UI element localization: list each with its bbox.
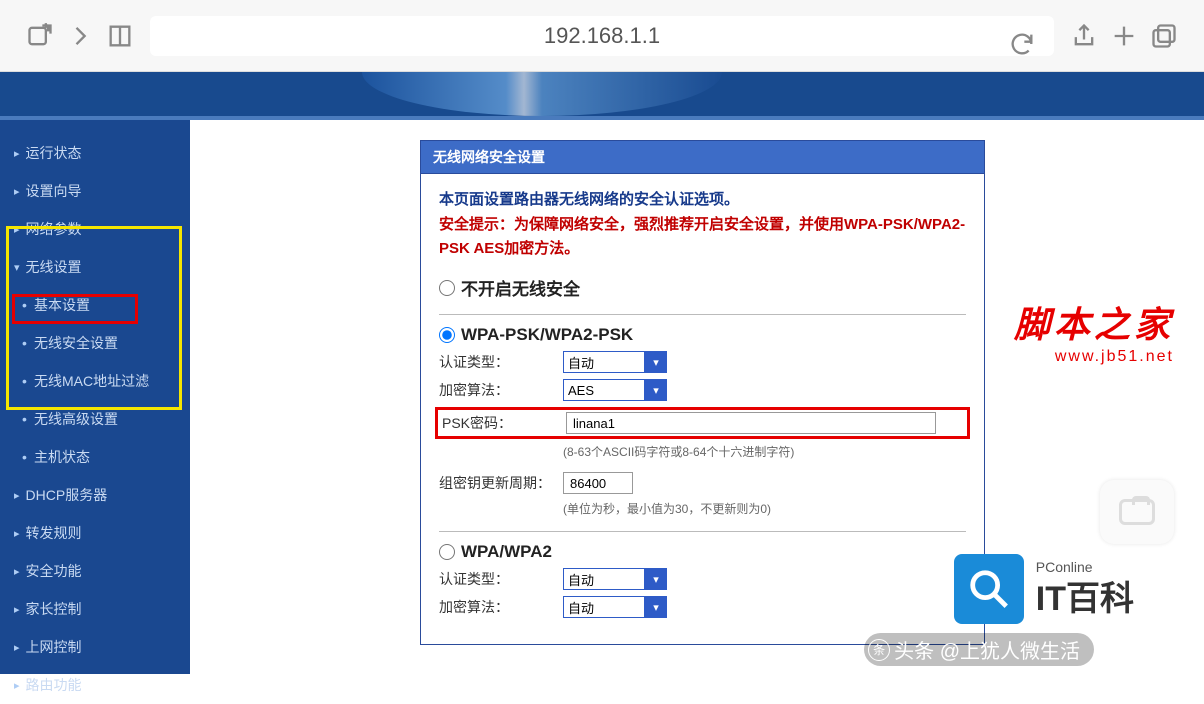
warning-text: 安全提示：为保障网络安全，强烈推荐开启安全设置，并使用WPA-PSK/WPA2-… bbox=[439, 213, 966, 261]
radio-wpa-label: WPA/WPA2 bbox=[461, 542, 552, 562]
enc-label: 加密算法： bbox=[439, 380, 563, 400]
watermark-toutiao: 条 头条 @上犹人微生活 bbox=[864, 633, 1094, 666]
sidebar-item-host-status[interactable]: 主机状态 bbox=[0, 438, 190, 476]
sidebar-item-wireless[interactable]: 无线设置 bbox=[0, 248, 190, 286]
radio-wpapsk[interactable] bbox=[439, 327, 455, 343]
auth2-label: 认证类型： bbox=[439, 569, 563, 589]
auth-select[interactable] bbox=[563, 351, 645, 373]
sidebar-item-basic[interactable]: 基本设置 bbox=[0, 286, 190, 324]
new-tab-plus-icon[interactable] bbox=[1104, 16, 1144, 56]
auth2-select[interactable] bbox=[563, 568, 645, 590]
radio-wpapsk-label: WPA-PSK/WPA2-PSK bbox=[461, 325, 633, 345]
dropdown-icon[interactable] bbox=[645, 351, 667, 373]
psk-input[interactable] bbox=[566, 412, 936, 434]
refresh-icon[interactable] bbox=[1002, 24, 1042, 64]
sidebar-item-forward[interactable]: 转发规则 bbox=[0, 514, 190, 552]
intro-text: 本页面设置路由器无线网络的安全认证选项。 bbox=[439, 188, 966, 209]
gkey-hint: (单位为秒，最小值为30，不更新则为0) bbox=[563, 500, 966, 517]
toutiao-icon: 条 bbox=[868, 639, 890, 661]
dropdown-icon[interactable] bbox=[645, 379, 667, 401]
panel-title: 无线网络安全设置 bbox=[420, 140, 985, 174]
header-banner bbox=[0, 72, 1204, 120]
address-text: 192.168.1.1 bbox=[544, 23, 660, 49]
forward-icon[interactable] bbox=[60, 16, 100, 56]
radio-wpa[interactable] bbox=[439, 544, 455, 560]
gkey-label: 组密钥更新周期： bbox=[439, 473, 563, 493]
camera-button[interactable] bbox=[1100, 480, 1174, 544]
sidebar-item-dhcp[interactable]: DHCP服务器 bbox=[0, 476, 190, 514]
psk-hint: (8-63个ASCII码字符或8-64个十六进制字符) bbox=[563, 443, 966, 460]
sidebar-item-security[interactable]: 无线安全设置 bbox=[0, 324, 190, 362]
watermark-pconline: PConlineIT百科 bbox=[954, 554, 1134, 624]
bookmarks-icon[interactable] bbox=[100, 16, 140, 56]
sidebar-item-parental[interactable]: 家长控制 bbox=[0, 590, 190, 628]
sidebar: 运行状态 设置向导 网络参数 无线设置 基本设置 无线安全设置 无线MAC地址过… bbox=[0, 120, 190, 674]
highlight-red-psk: PSK密码： bbox=[435, 407, 970, 439]
sidebar-item-advanced[interactable]: 无线高级设置 bbox=[0, 400, 190, 438]
radio-disable-label: 不开启无线安全 bbox=[461, 275, 580, 300]
sidebar-item-routing[interactable]: 路由功能 bbox=[0, 666, 190, 704]
enc-select[interactable] bbox=[563, 379, 645, 401]
sidebar-item-wizard[interactable]: 设置向导 bbox=[0, 172, 190, 210]
sidebar-item-access[interactable]: 上网控制 bbox=[0, 628, 190, 666]
sidebar-item-security-func[interactable]: 安全功能 bbox=[0, 552, 190, 590]
enc2-label: 加密算法： bbox=[439, 597, 563, 617]
tabs-icon[interactable] bbox=[1144, 16, 1184, 56]
panel-body: 本页面设置路由器无线网络的安全认证选项。 安全提示：为保障网络安全，强烈推荐开启… bbox=[420, 174, 985, 645]
sidebar-item-network[interactable]: 网络参数 bbox=[0, 210, 190, 248]
watermark-jb51: 脚本之家 www.jb51.net bbox=[1014, 296, 1174, 366]
auth-label: 认证类型： bbox=[439, 352, 563, 372]
dropdown-icon[interactable] bbox=[645, 568, 667, 590]
dropdown-icon[interactable] bbox=[645, 596, 667, 618]
psk-label: PSK密码： bbox=[442, 413, 566, 433]
gkey-input[interactable] bbox=[563, 472, 633, 494]
search-icon bbox=[954, 554, 1024, 624]
sidebar-item-mac-filter[interactable]: 无线MAC地址过滤 bbox=[0, 362, 190, 400]
sidebar-item-status[interactable]: 运行状态 bbox=[0, 134, 190, 172]
browser-toolbar: 192.168.1.1 bbox=[0, 0, 1204, 72]
main-content: 无线网络安全设置 本页面设置路由器无线网络的安全认证选项。 安全提示：为保障网络… bbox=[190, 120, 1204, 674]
address-bar[interactable]: 192.168.1.1 bbox=[150, 16, 1054, 56]
radio-disable[interactable] bbox=[439, 280, 455, 296]
enc2-select[interactable] bbox=[563, 596, 645, 618]
share-icon[interactable] bbox=[1064, 16, 1104, 56]
new-tab-icon[interactable] bbox=[20, 16, 60, 56]
